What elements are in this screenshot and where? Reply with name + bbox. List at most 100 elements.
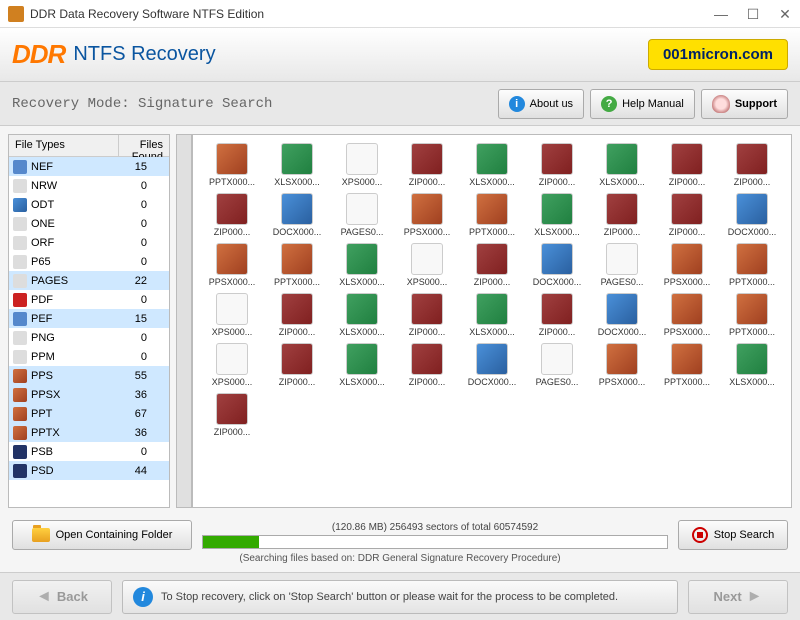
file-item[interactable]: PPTX000... [721, 293, 783, 337]
file-type-row[interactable]: PEF15 [9, 309, 169, 328]
file-item[interactable]: PPTX000... [656, 343, 718, 387]
file-type-row[interactable]: PNG0 [9, 328, 169, 347]
file-item[interactable]: XLSX000... [331, 343, 393, 387]
file-type-row[interactable]: PPS55 [9, 366, 169, 385]
file-item[interactable]: PPTX000... [266, 243, 328, 287]
file-type-row[interactable]: P650 [9, 252, 169, 271]
file-item[interactable]: XLSX000... [266, 143, 328, 187]
file-item[interactable]: ZIP000... [526, 293, 588, 337]
next-button[interactable]: Next ► [688, 580, 788, 614]
file-label: PPSX000... [664, 277, 711, 287]
file-item[interactable]: XLSX000... [331, 243, 393, 287]
file-type-row[interactable]: NEF15 [9, 157, 169, 176]
file-item[interactable]: XLSX000... [461, 143, 523, 187]
file-item[interactable]: DOCX000... [721, 193, 783, 237]
file-item[interactable]: XPS000... [396, 243, 458, 287]
file-label: DOCX000... [533, 277, 582, 287]
file-type-count: 15 [117, 313, 165, 325]
file-type-row[interactable]: PPM0 [9, 347, 169, 366]
file-label: PPTX000... [209, 177, 255, 187]
file-label: ZIP000... [734, 177, 771, 187]
file-item[interactable]: ZIP000... [396, 143, 458, 187]
about-button[interactable]: i About us [498, 89, 584, 119]
file-item[interactable]: DOCX000... [526, 243, 588, 287]
file-item[interactable]: DOCX000... [461, 343, 523, 387]
file-type-icon [13, 464, 27, 478]
file-types-list[interactable]: NEF15NRW0ODT0ONE0ORF0P650PAGES22PDF0PEF1… [9, 157, 169, 507]
file-type-name: NRW [31, 180, 117, 192]
file-item[interactable]: PPTX000... [721, 243, 783, 287]
file-type-row[interactable]: NRW0 [9, 176, 169, 195]
file-item[interactable]: XLSX000... [721, 343, 783, 387]
file-type-row[interactable]: ONE0 [9, 214, 169, 233]
file-item[interactable]: ZIP000... [721, 143, 783, 187]
close-button[interactable]: ✕ [778, 7, 792, 21]
file-item[interactable]: PPSX000... [396, 193, 458, 237]
file-type-row[interactable]: PAGES22 [9, 271, 169, 290]
file-item[interactable]: ZIP000... [656, 143, 718, 187]
file-icon [411, 343, 443, 375]
file-item[interactable]: ZIP000... [396, 293, 458, 337]
file-item[interactable]: XPS000... [201, 293, 263, 337]
file-grid[interactable]: PPTX000...XLSX000...XPS000...ZIP000...XL… [192, 134, 792, 508]
file-item[interactable]: PPTX000... [201, 143, 263, 187]
file-type-count: 0 [117, 446, 165, 458]
open-containing-folder-button[interactable]: Open Containing Folder [12, 520, 192, 550]
file-item[interactable]: PPSX000... [591, 343, 653, 387]
file-item[interactable]: PPSX000... [201, 243, 263, 287]
file-item[interactable]: PPSX000... [656, 293, 718, 337]
file-item[interactable]: ZIP000... [201, 393, 263, 437]
minimize-button[interactable]: — [714, 7, 728, 21]
file-item[interactable]: ZIP000... [396, 343, 458, 387]
support-button[interactable]: Support [701, 89, 788, 119]
back-button[interactable]: ◄ Back [12, 580, 112, 614]
file-icon [476, 293, 508, 325]
file-item[interactable]: PAGES0... [331, 193, 393, 237]
file-item[interactable]: ZIP000... [266, 343, 328, 387]
file-icon [736, 343, 768, 375]
file-item[interactable]: PPSX000... [656, 243, 718, 287]
file-item[interactable]: ZIP000... [266, 293, 328, 337]
file-item[interactable]: XLSX000... [461, 293, 523, 337]
file-type-name: ORF [31, 237, 117, 249]
file-type-row[interactable]: ODT0 [9, 195, 169, 214]
file-item[interactable]: XLSX000... [331, 293, 393, 337]
file-label: XLSX000... [339, 327, 385, 337]
file-item[interactable]: PAGES0... [591, 243, 653, 287]
file-type-name: PEF [31, 313, 117, 325]
file-type-row[interactable]: PSD44 [9, 461, 169, 480]
file-item[interactable]: XLSX000... [591, 143, 653, 187]
splitter[interactable] [176, 134, 192, 508]
file-item[interactable]: XLSX000... [526, 193, 588, 237]
file-icon [671, 143, 703, 175]
file-item[interactable]: ZIP000... [461, 243, 523, 287]
help-button[interactable]: ? Help Manual [590, 89, 695, 119]
file-item[interactable]: ZIP000... [201, 193, 263, 237]
file-item[interactable]: PPTX000... [461, 193, 523, 237]
file-type-row[interactable]: PSB0 [9, 442, 169, 461]
file-item[interactable]: PAGES0... [526, 343, 588, 387]
file-item[interactable]: XPS000... [201, 343, 263, 387]
file-type-row[interactable]: ORF0 [9, 233, 169, 252]
searching-text: (Searching files based on: DDR General S… [12, 553, 788, 564]
file-type-row[interactable]: PPTX36 [9, 423, 169, 442]
file-type-row[interactable]: PPSX36 [9, 385, 169, 404]
file-type-name: ONE [31, 218, 117, 230]
file-label: DOCX000... [598, 327, 647, 337]
file-item[interactable]: ZIP000... [591, 193, 653, 237]
stop-search-button[interactable]: Stop Search [678, 520, 788, 550]
file-icon [476, 193, 508, 225]
file-icon [541, 143, 573, 175]
file-type-row[interactable]: PDF0 [9, 290, 169, 309]
file-type-icon [13, 426, 27, 440]
file-item[interactable]: XPS000... [331, 143, 393, 187]
file-item[interactable]: DOCX000... [591, 293, 653, 337]
file-icon [281, 193, 313, 225]
file-item[interactable]: DOCX000... [266, 193, 328, 237]
file-type-count: 36 [117, 427, 165, 439]
maximize-button[interactable]: ☐ [746, 7, 760, 21]
file-item[interactable]: ZIP000... [656, 193, 718, 237]
file-type-name: PAGES [31, 275, 117, 287]
file-type-row[interactable]: PPT67 [9, 404, 169, 423]
file-item[interactable]: ZIP000... [526, 143, 588, 187]
